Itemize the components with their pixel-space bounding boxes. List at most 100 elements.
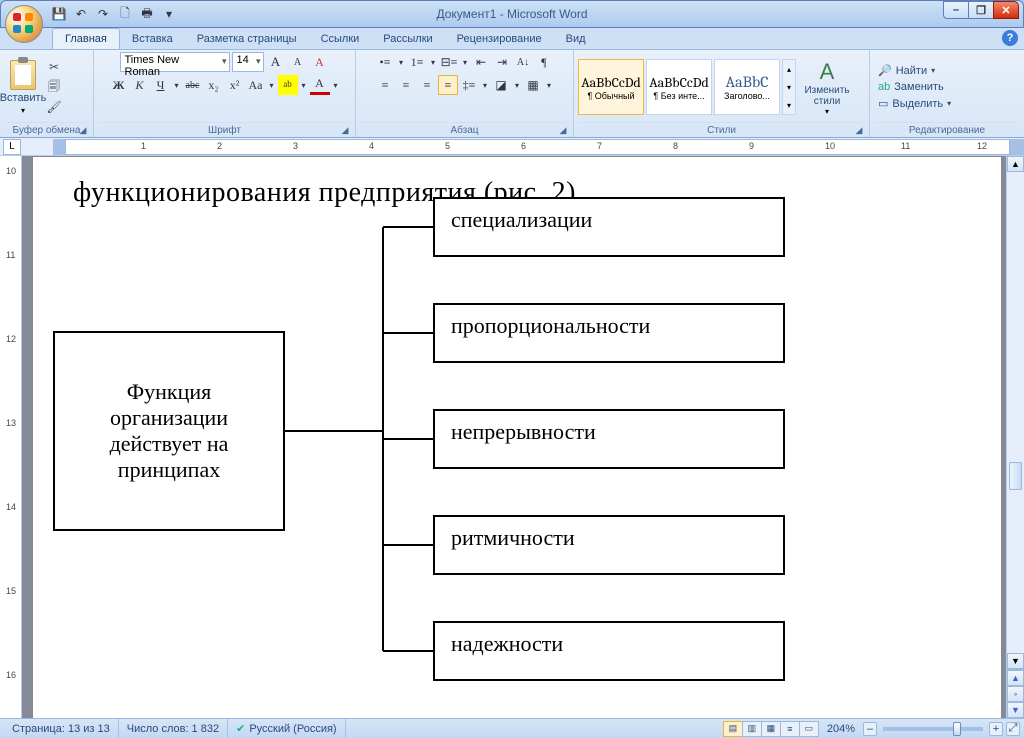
view-outline-button[interactable]: ≡: [780, 721, 800, 737]
browse-object-button[interactable]: ◦: [1007, 686, 1024, 702]
word-count[interactable]: Число слов: 1 832: [119, 719, 228, 738]
diagram-main-box[interactable]: Функция организации действует на принцип…: [53, 331, 285, 531]
shading-button[interactable]: ◪: [491, 75, 511, 95]
font-color-dropdown-icon[interactable]: ▾: [331, 75, 341, 95]
grow-font-button[interactable]: A: [266, 52, 286, 72]
page-status[interactable]: Страница: 13 из 13: [4, 719, 119, 738]
superscript-button[interactable]: x²: [225, 75, 245, 95]
spacing-dropdown-icon[interactable]: ▾: [480, 75, 490, 95]
qat-undo-icon[interactable]: ↶: [73, 6, 89, 22]
highlight-dropdown-icon[interactable]: ▾: [299, 75, 309, 95]
zoom-thumb[interactable]: [953, 722, 961, 736]
font-size-select[interactable]: 14 ▾: [232, 52, 264, 72]
diagram-child-2[interactable]: пропорциональности: [433, 303, 785, 363]
style-heading[interactable]: AaBbC Заголово...: [714, 59, 780, 115]
office-button[interactable]: [5, 5, 43, 43]
prev-page-button[interactable]: ▲: [1007, 670, 1024, 686]
cut-button[interactable]: ✂: [44, 58, 64, 76]
style-normal[interactable]: AaBbCcDd ¶ Обычный: [578, 59, 644, 115]
italic-button[interactable]: К: [130, 75, 150, 95]
bullets-dropdown-icon[interactable]: ▾: [396, 52, 406, 72]
change-case-button[interactable]: Aa: [246, 75, 266, 95]
paste-button[interactable]: Вставить ▾: [4, 60, 42, 115]
tab-mailings[interactable]: Рассылки: [371, 29, 444, 49]
qat-customize-icon[interactable]: ▾: [161, 6, 177, 22]
replace-button[interactable]: ab Заменить: [876, 80, 953, 94]
zoom-in-button[interactable]: +: [989, 722, 1003, 736]
diagram-child-4[interactable]: ритмичности: [433, 515, 785, 575]
find-button[interactable]: 🔎 Найти ▾: [876, 63, 953, 78]
tab-insert[interactable]: Вставка: [120, 29, 185, 49]
qat-redo-icon[interactable]: ↷: [95, 6, 111, 22]
subscript-button[interactable]: x₂: [204, 75, 224, 95]
increase-indent-button[interactable]: ⇥: [492, 52, 512, 72]
case-dropdown-icon[interactable]: ▾: [267, 75, 277, 95]
view-draft-button[interactable]: ▭: [799, 721, 819, 737]
close-button[interactable]: ✕: [993, 1, 1019, 19]
zoom-value[interactable]: 204%: [819, 723, 863, 735]
decrease-indent-button[interactable]: ⇤: [471, 52, 491, 72]
tab-home[interactable]: Главная: [52, 28, 120, 49]
bold-button[interactable]: Ж: [109, 75, 129, 95]
scroll-down-button[interactable]: ▼: [1007, 653, 1024, 669]
tab-references[interactable]: Ссылки: [309, 29, 372, 49]
highlight-button[interactable]: ab: [278, 75, 298, 95]
clipboard-launcher-icon[interactable]: ◢: [77, 125, 89, 137]
view-web-button[interactable]: ▦: [761, 721, 781, 737]
multilevel-dropdown-icon[interactable]: ▾: [460, 52, 470, 72]
zoom-expand-button[interactable]: ⤢: [1006, 722, 1020, 736]
zoom-slider[interactable]: [883, 727, 983, 731]
underline-dropdown-icon[interactable]: ▾: [172, 75, 182, 95]
diagram-child-1[interactable]: специализации: [433, 197, 785, 257]
qat-save-icon[interactable]: 💾: [51, 6, 67, 22]
maximize-button[interactable]: ❐: [968, 1, 994, 19]
tab-page-layout[interactable]: Разметка страницы: [185, 29, 309, 49]
minimize-button[interactable]: –: [943, 1, 969, 19]
font-color-button[interactable]: A: [310, 75, 330, 95]
diagram-child-3[interactable]: непрерывности: [433, 409, 785, 469]
paste-dropdown-icon[interactable]: ▾: [21, 106, 25, 115]
align-right-button[interactable]: ≡: [417, 75, 437, 95]
qat-new-icon[interactable]: 🗋: [117, 6, 133, 22]
next-page-button[interactable]: ▼: [1007, 702, 1024, 718]
scroll-track[interactable]: [1007, 172, 1024, 653]
styles-more-icon[interactable]: ▾: [783, 96, 795, 114]
help-icon[interactable]: ?: [1002, 30, 1018, 46]
borders-dropdown-icon[interactable]: ▾: [544, 75, 554, 95]
paragraph-launcher-icon[interactable]: ◢: [557, 125, 569, 137]
zoom-out-button[interactable]: –: [863, 722, 877, 736]
sort-button[interactable]: A↓: [513, 52, 533, 72]
view-full-screen-button[interactable]: ▥: [742, 721, 762, 737]
page[interactable]: функционирования предприятия (рис. 2). Ф…: [32, 156, 1002, 718]
style-no-spacing[interactable]: AaBbCcDd ¶ Без инте...: [646, 59, 712, 115]
tab-review[interactable]: Рецензирование: [445, 29, 554, 49]
change-styles-button[interactable]: A Изменить стили ▾: [802, 59, 852, 116]
line-spacing-button[interactable]: ‡≡: [459, 75, 479, 95]
shrink-font-button[interactable]: A: [288, 52, 308, 72]
numbering-dropdown-icon[interactable]: ▾: [428, 52, 438, 72]
tab-view[interactable]: Вид: [554, 29, 598, 49]
strike-button[interactable]: abc: [183, 75, 203, 95]
copy-button[interactable]: 🗐: [44, 78, 64, 96]
styles-down-icon[interactable]: ▾: [783, 78, 795, 96]
borders-button[interactable]: ▦: [523, 75, 543, 95]
view-print-layout-button[interactable]: ▤: [723, 721, 743, 737]
multilevel-button[interactable]: ⊟≡: [439, 52, 459, 72]
clear-format-button[interactable]: A: [310, 52, 330, 72]
underline-button[interactable]: Ч: [151, 75, 171, 95]
format-painter-button[interactable]: 🖌: [44, 98, 64, 116]
align-center-button[interactable]: ≡: [396, 75, 416, 95]
vertical-ruler[interactable]: 10111213141516: [0, 156, 22, 718]
styles-up-icon[interactable]: ▴: [783, 60, 795, 78]
align-left-button[interactable]: ≡: [375, 75, 395, 95]
diagram-child-5[interactable]: надежности: [433, 621, 785, 681]
font-launcher-icon[interactable]: ◢: [339, 125, 351, 137]
qat-print-icon[interactable]: 🖶: [139, 6, 155, 22]
select-button[interactable]: ▭ Выделить ▾: [876, 96, 953, 111]
shading-dropdown-icon[interactable]: ▾: [512, 75, 522, 95]
horizontal-ruler[interactable]: 123456789101112: [53, 139, 1024, 155]
justify-button[interactable]: ≡: [438, 75, 458, 95]
styles-launcher-icon[interactable]: ◢: [853, 125, 865, 137]
scroll-thumb[interactable]: [1009, 462, 1022, 490]
show-marks-button[interactable]: ¶: [534, 52, 554, 72]
